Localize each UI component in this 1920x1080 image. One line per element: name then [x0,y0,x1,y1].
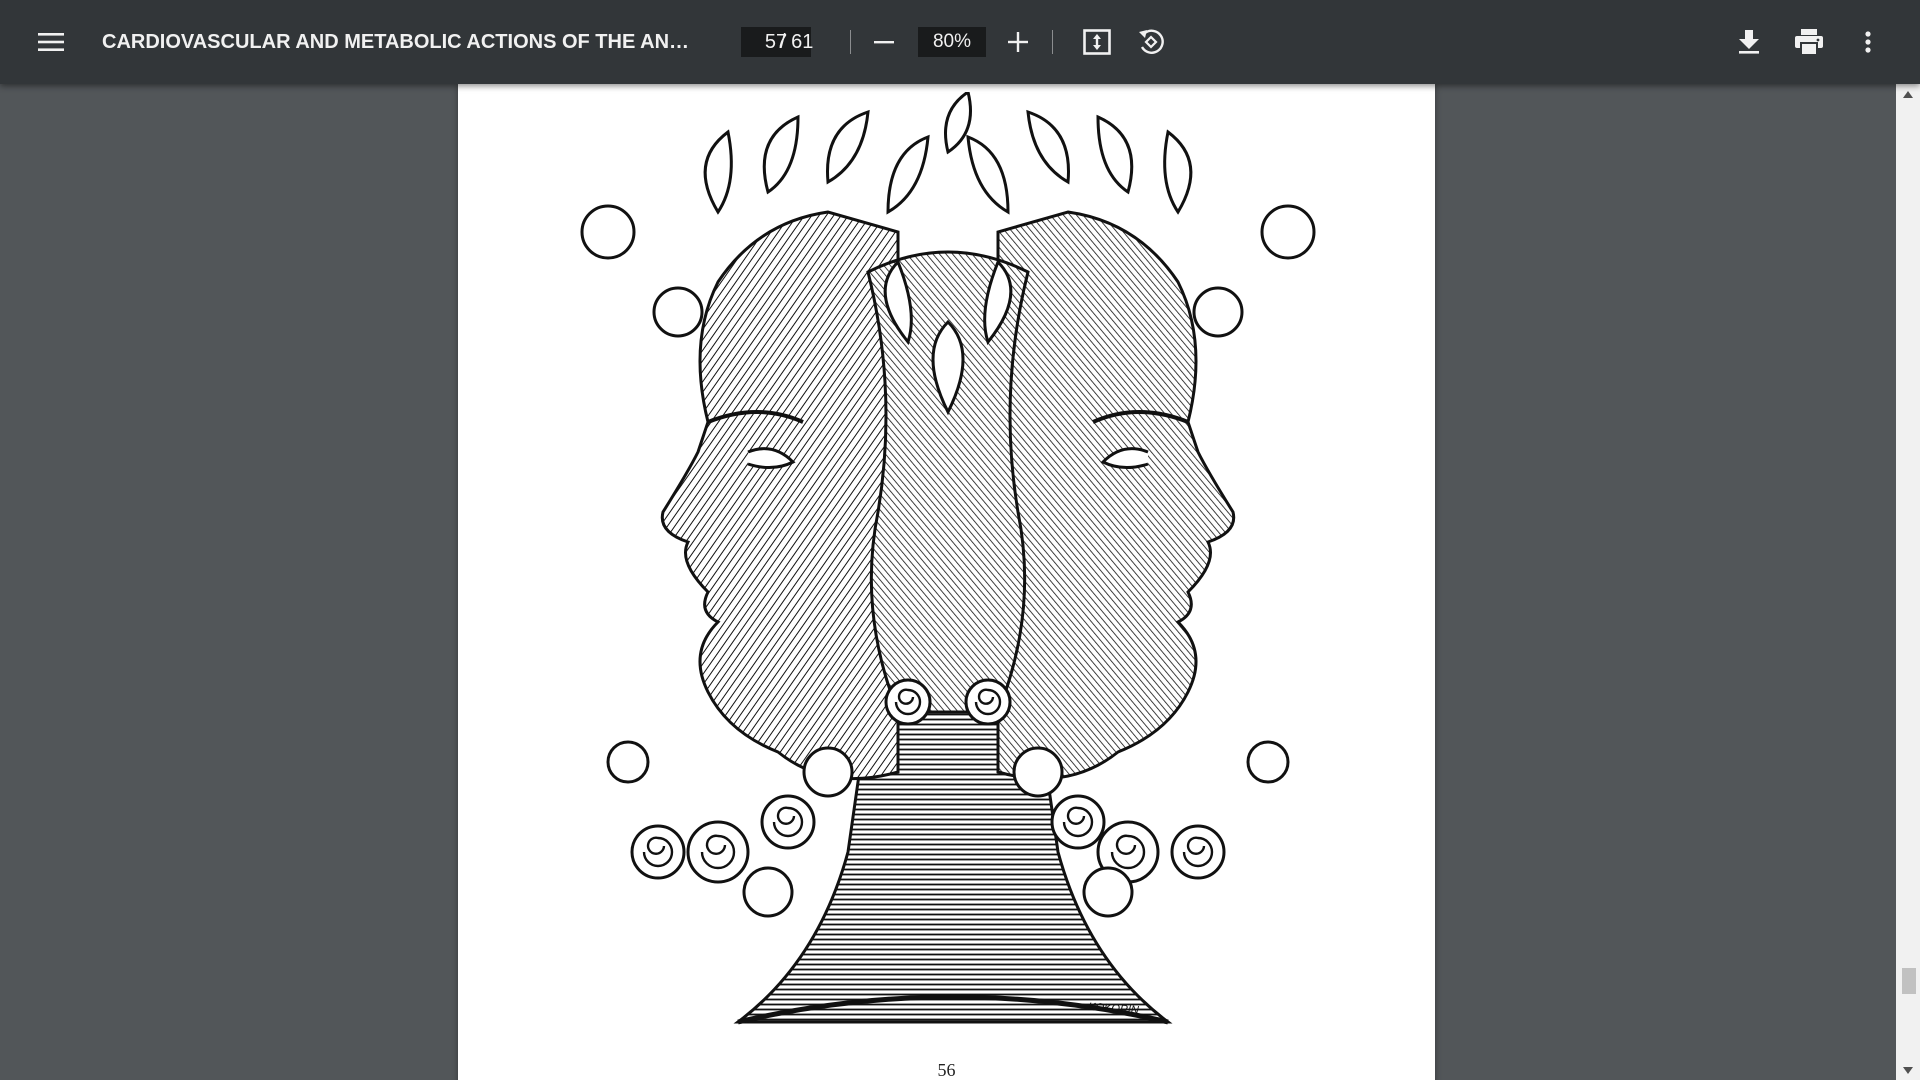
zoom-out-button[interactable] [860,18,908,66]
scroll-down-arrow[interactable] [1896,1060,1920,1080]
print-button[interactable] [1785,18,1833,66]
fit-to-page-icon [1083,29,1111,55]
pdf-page: KOKORIN 56 [458,84,1435,1080]
pdf-viewer[interactable]: KOKORIN 56 [0,84,1896,1080]
fit-to-page-button[interactable] [1073,18,1121,66]
plus-icon [1008,32,1028,52]
vertical-scrollbar[interactable] [1896,84,1920,1080]
toolbar-divider [850,30,851,54]
hamburger-menu-icon [38,33,64,51]
toolbar-divider [1052,30,1053,54]
more-actions-button[interactable] [1844,18,1892,66]
pdf-toolbar: CARDIOVASCULAR AND METABOLIC ACTIONS OF … [0,0,1920,84]
download-icon [1739,30,1759,54]
document-title: CARDIOVASCULAR AND METABOLIC ACTIONS OF … [102,31,702,53]
download-button[interactable] [1725,18,1773,66]
printer-icon [1795,29,1823,55]
more-vertical-icon [1865,31,1871,53]
zoom-in-button[interactable] [994,18,1042,66]
triangle-down-icon [1903,1066,1913,1074]
scroll-up-arrow[interactable] [1896,84,1920,104]
rotate-counterclockwise-icon [1139,29,1164,54]
zoom-level-input[interactable] [918,27,986,57]
page-footer-number: 56 [937,1060,956,1080]
menu-button[interactable] [27,18,75,66]
page-count: / 61 [780,31,814,53]
janus-engraving-illustration: KOKORIN [580,92,1316,1025]
minus-icon [874,41,894,44]
scrollbar-thumb[interactable] [1902,968,1916,994]
rotate-button[interactable] [1127,18,1175,66]
triangle-up-icon [1903,90,1913,98]
